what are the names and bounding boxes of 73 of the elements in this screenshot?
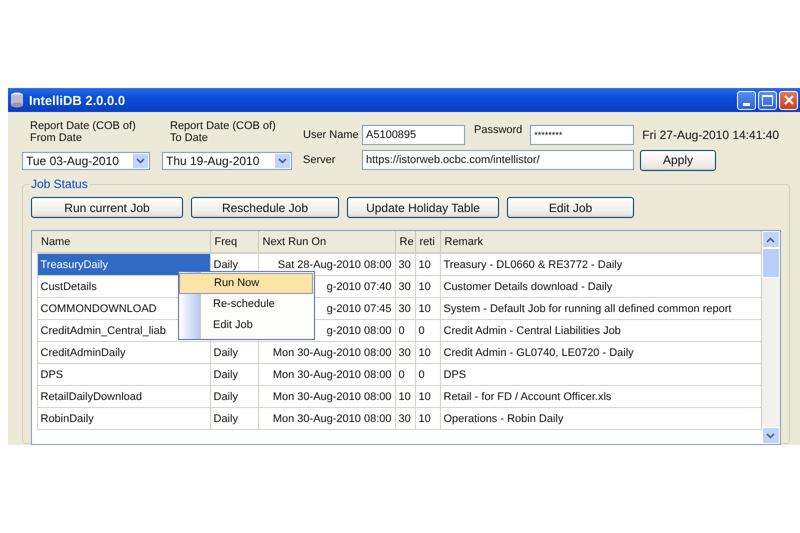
field-label: Report Date (COB of) To Date	[169, 120, 277, 146]
table-cell: 30	[395, 298, 415, 320]
table-cell: Mon 30-Aug-2010 08:00	[258, 342, 395, 364]
table-cell: DPS	[440, 364, 761, 386]
action-button[interactable]: Run current Job	[31, 197, 183, 218]
password-field[interactable]: ********	[530, 125, 634, 145]
table-cell: 0	[395, 364, 415, 386]
action-button[interactable]: Update Holiday Table	[347, 197, 499, 218]
table-cell: 30	[395, 276, 415, 298]
scroll-down-icon[interactable]	[762, 427, 780, 444]
table-cell: Treasury - DL0660 & RE3772 - Daily	[440, 253, 761, 276]
vertical-scrollbar[interactable]	[762, 231, 780, 444]
scroll-up-icon[interactable]	[762, 231, 780, 248]
maximize-icon[interactable]	[762, 94, 773, 106]
table-cell: 0	[415, 364, 440, 386]
table-cell: 10	[415, 408, 440, 430]
close-icon[interactable]	[782, 94, 794, 106]
column-header[interactable]: Next Run On	[258, 231, 395, 253]
table-cell: Customer Details download - Daily	[440, 276, 761, 298]
table-cell[interactable]: CreditAdminDaily	[37, 342, 210, 364]
table-cell[interactable]: RetailDailyDownload	[37, 386, 210, 408]
table-cell: 0	[395, 320, 415, 342]
menu-item[interactable]: Run Now	[179, 273, 313, 294]
table-cell: 30	[395, 408, 415, 430]
datetime-text: Fri 27-Aug-2010 14:41:40	[642, 128, 780, 142]
date-dropdown[interactable]: Thu 19-Aug-2010	[162, 152, 292, 170]
table-cell: 10	[415, 386, 440, 408]
app-icon	[10, 92, 24, 108]
column-header[interactable]: Name	[37, 231, 210, 253]
table-cell: 10	[415, 298, 440, 320]
table-cell: Mon 30-Aug-2010 08:00	[258, 386, 395, 408]
table-cell: 10	[415, 253, 440, 276]
column-header[interactable]: Remark	[440, 231, 761, 253]
minimize-button[interactable]	[737, 90, 756, 110]
window-title: IntelliDB 2.0.0.0	[29, 92, 126, 108]
server-field[interactable]: https://istorweb.ocbc.com/intellistor/	[362, 150, 634, 170]
table-cell: 0	[415, 320, 440, 342]
table-cell: Daily	[210, 342, 258, 364]
table-cell: System - Default Job for running all defined common report	[440, 298, 761, 320]
table-cell: 10	[395, 386, 415, 408]
column-header[interactable]: Freq	[210, 231, 258, 253]
table-cell: Mon 30-Aug-2010 08:00	[258, 408, 395, 430]
field-label: Server	[303, 154, 336, 166]
column-header[interactable]: reti	[415, 231, 440, 253]
table-cell[interactable]: RobinDaily	[37, 408, 210, 430]
table-cell: Daily	[210, 386, 258, 408]
action-button[interactable]: Edit Job	[507, 197, 634, 218]
action-button[interactable]: Reschedule Job	[191, 197, 339, 218]
group-title: Job Status	[29, 177, 90, 191]
field-label: Report Date (COB of) From Date	[29, 120, 137, 146]
field-label: Password	[474, 124, 522, 136]
table-cell: Retail - for FD / Account Officer.xls	[440, 386, 761, 408]
field-label: User Name	[303, 129, 360, 141]
table-cell: Daily	[210, 408, 258, 430]
table-cell: 30	[395, 253, 415, 276]
scroll-thumb[interactable]	[762, 248, 780, 278]
table-cell: 10	[415, 276, 440, 298]
close-button[interactable]	[779, 90, 798, 110]
table-cell: 10	[415, 342, 440, 364]
minimize-icon[interactable]	[743, 102, 750, 106]
table-cell: Credit Admin - Central Liabilities Job	[440, 320, 761, 342]
table-cell[interactable]: DPS	[37, 364, 210, 386]
column-header[interactable]: Re	[395, 231, 415, 253]
table-cell: Operations - Robin Daily	[440, 408, 761, 430]
table-cell: Mon 30-Aug-2010 08:00	[258, 364, 395, 386]
username-field[interactable]: A5100895	[362, 125, 465, 145]
table-cell[interactable]: TreasuryDaily	[37, 253, 210, 276]
table-cell: Daily	[210, 364, 258, 386]
table-cell: Credit Admin - GL0740, LE0720 - Daily	[440, 342, 761, 364]
apply-button[interactable]: Apply	[640, 150, 716, 170]
maximize-button[interactable]	[758, 90, 777, 110]
table-cell: 30	[395, 342, 415, 364]
date-dropdown[interactable]: Tue 03-Aug-2010	[22, 152, 150, 170]
